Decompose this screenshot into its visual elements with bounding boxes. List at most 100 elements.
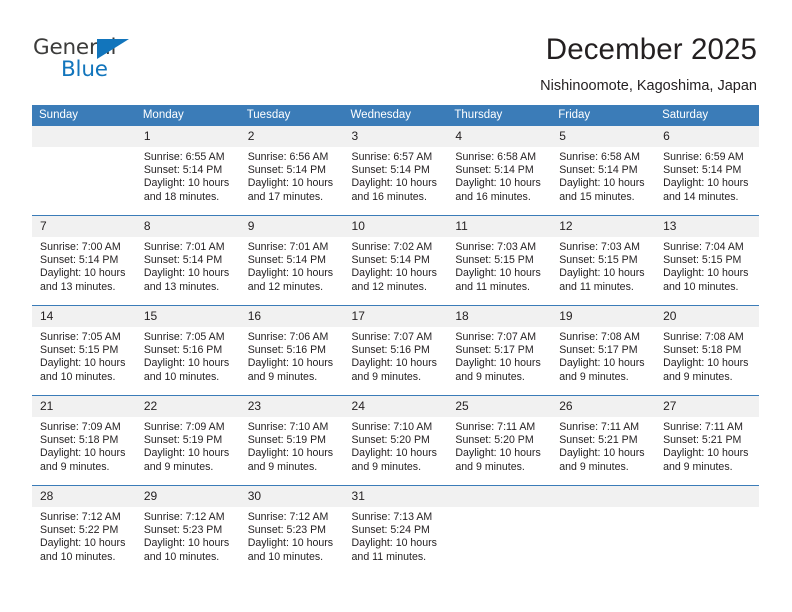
day-number: 27 bbox=[655, 396, 759, 417]
sun-times-text: Sunrise: 7:05 AM Sunset: 5:16 PM Dayligh… bbox=[143, 331, 230, 383]
logo-triangle-icon bbox=[97, 39, 129, 59]
calendar-day-cell[interactable]: 2 Sunrise: 6:56 AM Sunset: 5:14 PM Daylig… bbox=[239, 126, 344, 216]
weekday-header-monday: Monday bbox=[135, 105, 240, 126]
calendar-day-cell[interactable]: 23 Sunrise: 7:10 AM Sunset: 5:19 PM Dayli… bbox=[239, 395, 344, 486]
calendar-body: 1 Sunrise: 6:55 AM Sunset: 5:14 PM Daylig… bbox=[32, 126, 759, 575]
calendar-day-cell[interactable]: 30 Sunrise: 7:12 AM Sunset: 5:23 PM Dayli… bbox=[239, 485, 344, 575]
day-number: 22 bbox=[135, 396, 240, 417]
weekday-header-sunday: Sunday bbox=[32, 105, 136, 126]
sun-times-text: Sunrise: 7:00 AM Sunset: 5:14 PM Dayligh… bbox=[40, 241, 126, 293]
calendar-day-cell[interactable]: 28 Sunrise: 7:12 AM Sunset: 5:22 PM Dayli… bbox=[32, 485, 136, 575]
calendar-day-cell[interactable]: 19 Sunrise: 7:08 AM Sunset: 5:17 PM Dayli… bbox=[551, 305, 656, 396]
calendar-week-row: 7 Sunrise: 7:00 AM Sunset: 5:14 PM Daylig… bbox=[32, 215, 759, 306]
day-number: 20 bbox=[655, 306, 759, 327]
weekday-header-saturday: Saturday bbox=[655, 105, 759, 126]
calendar-day-cell[interactable]: 18 Sunrise: 7:07 AM Sunset: 5:17 PM Dayli… bbox=[447, 305, 552, 396]
calendar-day-cell[interactable]: 13 Sunrise: 7:04 AM Sunset: 5:15 PM Dayli… bbox=[655, 215, 759, 306]
calendar-day-cell[interactable]: 17 Sunrise: 7:07 AM Sunset: 5:16 PM Dayli… bbox=[343, 305, 448, 396]
sun-times-text: Sunrise: 7:12 AM Sunset: 5:23 PM Dayligh… bbox=[247, 511, 334, 563]
calendar-day-cell[interactable]: 15 Sunrise: 7:05 AM Sunset: 5:16 PM Dayli… bbox=[135, 305, 240, 396]
calendar-day-cell[interactable]: 8 Sunrise: 7:01 AM Sunset: 5:14 PM Daylig… bbox=[135, 215, 240, 306]
sun-times-text: Sunrise: 6:58 AM Sunset: 5:14 PM Dayligh… bbox=[559, 151, 645, 203]
generalblue-logo[interactable]: General Blue bbox=[33, 35, 173, 87]
page-title: December 2025 bbox=[545, 33, 757, 66]
calendar-day-cell[interactable]: 16 Sunrise: 7:06 AM Sunset: 5:16 PM Dayli… bbox=[239, 305, 344, 396]
calendar-day-cell[interactable]: 1 Sunrise: 6:55 AM Sunset: 5:14 PM Daylig… bbox=[135, 126, 240, 216]
day-number: 24 bbox=[343, 396, 448, 417]
calendar-day-cell[interactable]: 6 Sunrise: 6:59 AM Sunset: 5:14 PM Daylig… bbox=[655, 126, 759, 216]
page-subtitle: Nishinoomote, Kagoshima, Japan bbox=[540, 78, 757, 94]
calendar-header-row: Sunday Monday Tuesday Wednesday Thursday… bbox=[32, 105, 759, 126]
sun-times-text: Sunrise: 7:01 AM Sunset: 5:14 PM Dayligh… bbox=[143, 241, 230, 293]
calendar-day-cell[interactable]: 31 Sunrise: 7:13 AM Sunset: 5:24 PM Dayli… bbox=[343, 485, 448, 575]
day-number: 21 bbox=[32, 396, 136, 417]
calendar-day-cell[interactable]: 20 Sunrise: 7:08 AM Sunset: 5:18 PM Dayli… bbox=[655, 305, 759, 396]
calendar-day-cell[interactable]: 9 Sunrise: 7:01 AM Sunset: 5:14 PM Daylig… bbox=[239, 215, 344, 306]
day-number: 18 bbox=[447, 306, 552, 327]
calendar-day-cell[interactable]: 27 Sunrise: 7:11 AM Sunset: 5:21 PM Dayli… bbox=[655, 395, 759, 486]
sun-times-text: Sunrise: 7:09 AM Sunset: 5:18 PM Dayligh… bbox=[40, 421, 126, 473]
weekday-header-friday: Friday bbox=[551, 105, 656, 126]
day-number: 16 bbox=[239, 306, 344, 327]
calendar-week-row: 28 Sunrise: 7:12 AM Sunset: 5:22 PM Dayli… bbox=[32, 485, 759, 575]
sun-times-text: Sunrise: 7:12 AM Sunset: 5:22 PM Dayligh… bbox=[40, 511, 126, 563]
day-number: 26 bbox=[551, 396, 656, 417]
day-number: 30 bbox=[239, 486, 344, 507]
sun-times-text: Sunrise: 7:04 AM Sunset: 5:15 PM Dayligh… bbox=[663, 241, 749, 293]
calendar-day-cell[interactable]: 24 Sunrise: 7:10 AM Sunset: 5:20 PM Dayli… bbox=[343, 395, 448, 486]
sun-times-text: Sunrise: 7:03 AM Sunset: 5:15 PM Dayligh… bbox=[455, 241, 541, 293]
day-number: 10 bbox=[343, 216, 448, 237]
sun-times-text: Sunrise: 7:11 AM Sunset: 5:21 PM Dayligh… bbox=[663, 421, 749, 473]
page-header: General Blue December 2025 Nishinoomote,… bbox=[0, 0, 792, 104]
sun-times-text: Sunrise: 7:10 AM Sunset: 5:20 PM Dayligh… bbox=[351, 421, 437, 473]
calendar-day-cell[interactable]: 26 Sunrise: 7:11 AM Sunset: 5:21 PM Dayli… bbox=[551, 395, 656, 486]
day-number: 8 bbox=[135, 216, 240, 237]
day-number: 28 bbox=[32, 486, 136, 507]
day-number: 5 bbox=[551, 126, 656, 147]
sun-times-text: Sunrise: 7:09 AM Sunset: 5:19 PM Dayligh… bbox=[143, 421, 230, 473]
calendar-day-cell[interactable]: 3 Sunrise: 6:57 AM Sunset: 5:14 PM Daylig… bbox=[343, 126, 448, 216]
calendar-day-cell[interactable]: 5 Sunrise: 6:58 AM Sunset: 5:14 PM Daylig… bbox=[551, 126, 656, 216]
day-number bbox=[32, 126, 136, 147]
logo-text-blue: Blue bbox=[61, 57, 108, 82]
calendar-week-row: 14 Sunrise: 7:05 AM Sunset: 5:15 PM Dayli… bbox=[32, 305, 759, 396]
day-number: 9 bbox=[239, 216, 344, 237]
sun-times-text: Sunrise: 7:01 AM Sunset: 5:14 PM Dayligh… bbox=[247, 241, 334, 293]
day-number bbox=[551, 486, 656, 507]
calendar-page: General Blue December 2025 Nishinoomote,… bbox=[0, 0, 792, 612]
sun-times-text: Sunrise: 6:55 AM Sunset: 5:14 PM Dayligh… bbox=[143, 151, 230, 203]
calendar-day-cell[interactable]: 21 Sunrise: 7:09 AM Sunset: 5:18 PM Dayli… bbox=[32, 395, 136, 486]
day-number: 29 bbox=[135, 486, 240, 507]
day-number: 4 bbox=[447, 126, 552, 147]
sun-times-text: Sunrise: 7:08 AM Sunset: 5:18 PM Dayligh… bbox=[663, 331, 749, 383]
weekday-header-wednesday: Wednesday bbox=[343, 105, 448, 126]
sun-times-text: Sunrise: 7:07 AM Sunset: 5:16 PM Dayligh… bbox=[351, 331, 437, 383]
weekday-header-thursday: Thursday bbox=[447, 105, 552, 126]
sun-times-text: Sunrise: 7:07 AM Sunset: 5:17 PM Dayligh… bbox=[455, 331, 541, 383]
calendar-day-cell[interactable]: 25 Sunrise: 7:11 AM Sunset: 5:20 PM Dayli… bbox=[447, 395, 552, 486]
calendar-day-cell[interactable]: 29 Sunrise: 7:12 AM Sunset: 5:23 PM Dayli… bbox=[135, 485, 240, 575]
calendar-day-cell[interactable]: 22 Sunrise: 7:09 AM Sunset: 5:19 PM Dayli… bbox=[135, 395, 240, 486]
sun-times-text: Sunrise: 6:57 AM Sunset: 5:14 PM Dayligh… bbox=[351, 151, 437, 203]
calendar-day-cell[interactable]: 14 Sunrise: 7:05 AM Sunset: 5:15 PM Dayli… bbox=[32, 305, 136, 396]
day-number: 2 bbox=[239, 126, 344, 147]
sun-times-text: Sunrise: 7:03 AM Sunset: 5:15 PM Dayligh… bbox=[559, 241, 645, 293]
sun-times-text: Sunrise: 7:06 AM Sunset: 5:16 PM Dayligh… bbox=[247, 331, 334, 383]
calendar-day-cell[interactable]: 11 Sunrise: 7:03 AM Sunset: 5:15 PM Dayli… bbox=[447, 215, 552, 306]
calendar-day-cell[interactable]: 7 Sunrise: 7:00 AM Sunset: 5:14 PM Daylig… bbox=[32, 215, 136, 306]
sun-times-text: Sunrise: 7:11 AM Sunset: 5:21 PM Dayligh… bbox=[559, 421, 645, 473]
day-number bbox=[447, 486, 552, 507]
calendar-table: Sunday Monday Tuesday Wednesday Thursday… bbox=[32, 105, 759, 575]
day-number: 19 bbox=[551, 306, 656, 327]
sun-times-text: Sunrise: 7:10 AM Sunset: 5:19 PM Dayligh… bbox=[247, 421, 334, 473]
weekday-header-tuesday: Tuesday bbox=[239, 105, 344, 126]
day-number: 17 bbox=[343, 306, 448, 327]
calendar-day-cell[interactable]: 12 Sunrise: 7:03 AM Sunset: 5:15 PM Dayli… bbox=[551, 215, 656, 306]
day-number: 3 bbox=[343, 126, 448, 147]
sun-times-text: Sunrise: 7:05 AM Sunset: 5:15 PM Dayligh… bbox=[40, 331, 126, 383]
calendar-day-cell[interactable]: 10 Sunrise: 7:02 AM Sunset: 5:14 PM Dayli… bbox=[343, 215, 448, 306]
day-number: 6 bbox=[655, 126, 759, 147]
day-number: 23 bbox=[239, 396, 344, 417]
day-number: 13 bbox=[655, 216, 759, 237]
calendar-day-cell[interactable]: 4 Sunrise: 6:58 AM Sunset: 5:14 PM Daylig… bbox=[447, 126, 552, 216]
